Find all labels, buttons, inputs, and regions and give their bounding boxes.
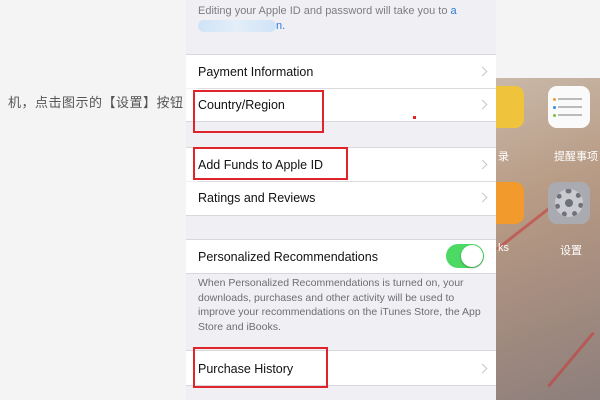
highlight-box-country-region: [193, 90, 324, 133]
app-label-settings: 设置: [560, 245, 582, 257]
personalized-recommendations-note: When Personalized Recommendations is tur…: [198, 277, 481, 333]
payment-information-label: Payment Information: [198, 65, 314, 79]
divider: [186, 215, 496, 216]
app-label-ibooks: ks: [498, 242, 509, 254]
apple-id-link-end: n.: [276, 20, 286, 32]
toggle-knob: [461, 245, 483, 267]
chevron-right-icon: [477, 159, 488, 170]
app-label-notes: 录: [498, 151, 509, 163]
notes-icon: [496, 86, 524, 128]
ratings-reviews-label: Ratings and Reviews: [198, 191, 316, 205]
gear-icon: [555, 189, 583, 217]
chevron-right-icon: [477, 363, 488, 374]
apple-id-edit-note: Editing your Apple ID and password will …: [198, 4, 478, 34]
reminders-icon: [548, 86, 590, 128]
redacted-blur: [198, 20, 276, 33]
divider: [186, 273, 496, 274]
itunes-appstore-settings-panel: Editing your Apple ID and password will …: [186, 0, 496, 400]
personalized-recommendations-label: Personalized Recommendations: [198, 250, 378, 264]
article-instruction-text: 机，点击图示的【设置】按钮: [8, 95, 184, 110]
ibooks-icon: [496, 182, 524, 224]
phone-home-screen-photo: 录 提醒事项 ks 设置: [496, 78, 600, 400]
annotation-mark: [413, 116, 416, 119]
apple-id-edit-note-text: Editing your Apple ID and password will …: [198, 5, 448, 17]
app-label-reminders: 提醒事项: [554, 151, 598, 163]
ratings-reviews-row[interactable]: Ratings and Reviews: [186, 182, 496, 215]
personalized-recommendations-toggle[interactable]: [446, 244, 484, 268]
highlight-box-purchase-history: [193, 347, 328, 388]
chevron-right-icon: [477, 192, 488, 203]
chevron-right-icon: [477, 99, 488, 110]
chevron-right-icon: [477, 66, 488, 77]
settings-gear-icon: [548, 182, 590, 224]
apple-id-link-start: a: [450, 5, 457, 17]
highlight-box-add-funds: [193, 147, 348, 180]
payment-information-row[interactable]: Payment Information: [186, 55, 496, 88]
